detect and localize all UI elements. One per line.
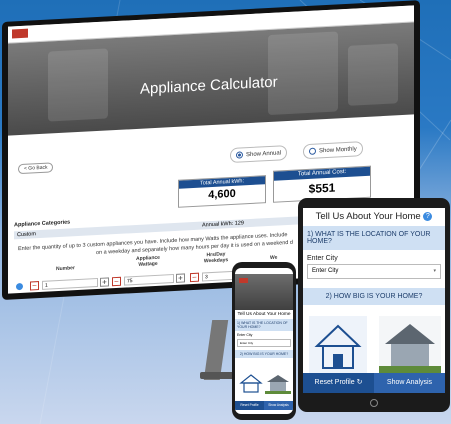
- show-analysis-button[interactable]: Show Analysis: [374, 373, 445, 393]
- kwh-value: 4,600: [208, 187, 236, 202]
- categories-heading: Appliance Categories: [14, 219, 71, 229]
- phone-screen: Tell Us About Your Home 1) WHAT IS THE L…: [235, 268, 293, 414]
- phone-footer: Reset Profile Show Analysis: [235, 401, 293, 410]
- tablet-title: Tell Us About Your Home ?: [303, 211, 445, 222]
- location-question: 1) WHAT IS THE LOCATION OF YOUR HOME?: [303, 226, 445, 250]
- plus-button[interactable]: +: [100, 291, 109, 294]
- house-option-icon[interactable]: [239, 372, 263, 394]
- phone-analysis-button[interactable]: Show Analysis: [264, 401, 293, 410]
- phone-city-label: Enter City: [237, 333, 253, 337]
- radio-selected-icon: [236, 151, 243, 159]
- col-weekend-header: We: [270, 254, 278, 261]
- number-input[interactable]: 1: [42, 277, 98, 290]
- wattage-input[interactable]: 75: [124, 273, 174, 286]
- info-icon[interactable]: [16, 282, 23, 291]
- home-size-question: 2) HOW BIG IS YOUR HOME?: [303, 288, 445, 305]
- house-option-icon[interactable]: [309, 316, 367, 376]
- help-icon[interactable]: ?: [423, 211, 433, 221]
- period-toggle: Show Annual Show Monthly: [230, 141, 363, 164]
- show-monthly-label: Show Monthly: [319, 145, 357, 154]
- col-weekdays-header: Hrs/Day Weekdays: [203, 251, 229, 265]
- col-wattage-header: Appliance Wattage: [136, 254, 160, 268]
- radio-empty-icon: [309, 147, 317, 155]
- house-photo-icon[interactable]: [379, 316, 441, 376]
- cost-value: $551: [308, 180, 336, 196]
- phone-reset-button[interactable]: Reset Profile: [235, 401, 264, 410]
- minus-button[interactable]: −: [30, 281, 39, 291]
- col-number-header: Number: [56, 265, 75, 273]
- category-name: Custom: [17, 231, 36, 239]
- phone-city-select[interactable]: Enter City: [237, 339, 291, 347]
- show-annual-label: Show Annual: [246, 149, 282, 158]
- plus-button[interactable]: +: [100, 277, 109, 287]
- show-annual-radio[interactable]: Show Annual: [230, 145, 288, 164]
- brand-logo[interactable]: [12, 28, 28, 39]
- phone-home-size-question: 2) HOW BIG IS YOUR HOME?: [235, 350, 293, 358]
- phone-location-question: 1) WHAT IS THE LOCATION OF YOUR HOME?: [235, 319, 293, 331]
- brand-logo[interactable]: [239, 278, 248, 283]
- go-back-button[interactable]: < Go Back: [18, 162, 54, 175]
- city-label: Enter City: [307, 255, 338, 262]
- category-kwh: Annual kWh: 129: [202, 220, 244, 229]
- city-select[interactable]: Enter City ▾: [307, 264, 441, 279]
- plus-button[interactable]: +: [176, 273, 185, 283]
- tablet-screen: Tell Us About Your Home ? 1) WHAT IS THE…: [303, 208, 445, 393]
- phone-device: Tell Us About Your Home 1) WHAT IS THE L…: [232, 262, 296, 420]
- minus-button[interactable]: −: [112, 290, 121, 294]
- tablet-title-text: Tell Us About Your Home: [315, 211, 421, 222]
- show-monthly-radio[interactable]: Show Monthly: [303, 141, 363, 160]
- house-photo-icon[interactable]: [265, 372, 291, 394]
- tablet-device: Tell Us About Your Home ? 1) WHAT IS THE…: [298, 198, 450, 412]
- tablet-footer: Reset Profile ↻ Show Analysis: [303, 373, 445, 393]
- total-kwh-card: Total Annual kWh: 4,600: [178, 175, 266, 208]
- city-placeholder: Enter City: [312, 268, 339, 274]
- home-button[interactable]: [370, 399, 378, 407]
- number-input[interactable]: 1: [42, 291, 98, 294]
- page-title: Appliance Calculator: [140, 73, 278, 98]
- phone-title: Tell Us About Your Home: [237, 312, 291, 317]
- phone-hero: [235, 274, 293, 310]
- reset-profile-button[interactable]: Reset Profile ↻: [303, 373, 374, 393]
- minus-button[interactable]: −: [190, 272, 199, 283]
- chevron-down-icon: ▾: [433, 268, 436, 274]
- minus-button[interactable]: −: [112, 276, 121, 287]
